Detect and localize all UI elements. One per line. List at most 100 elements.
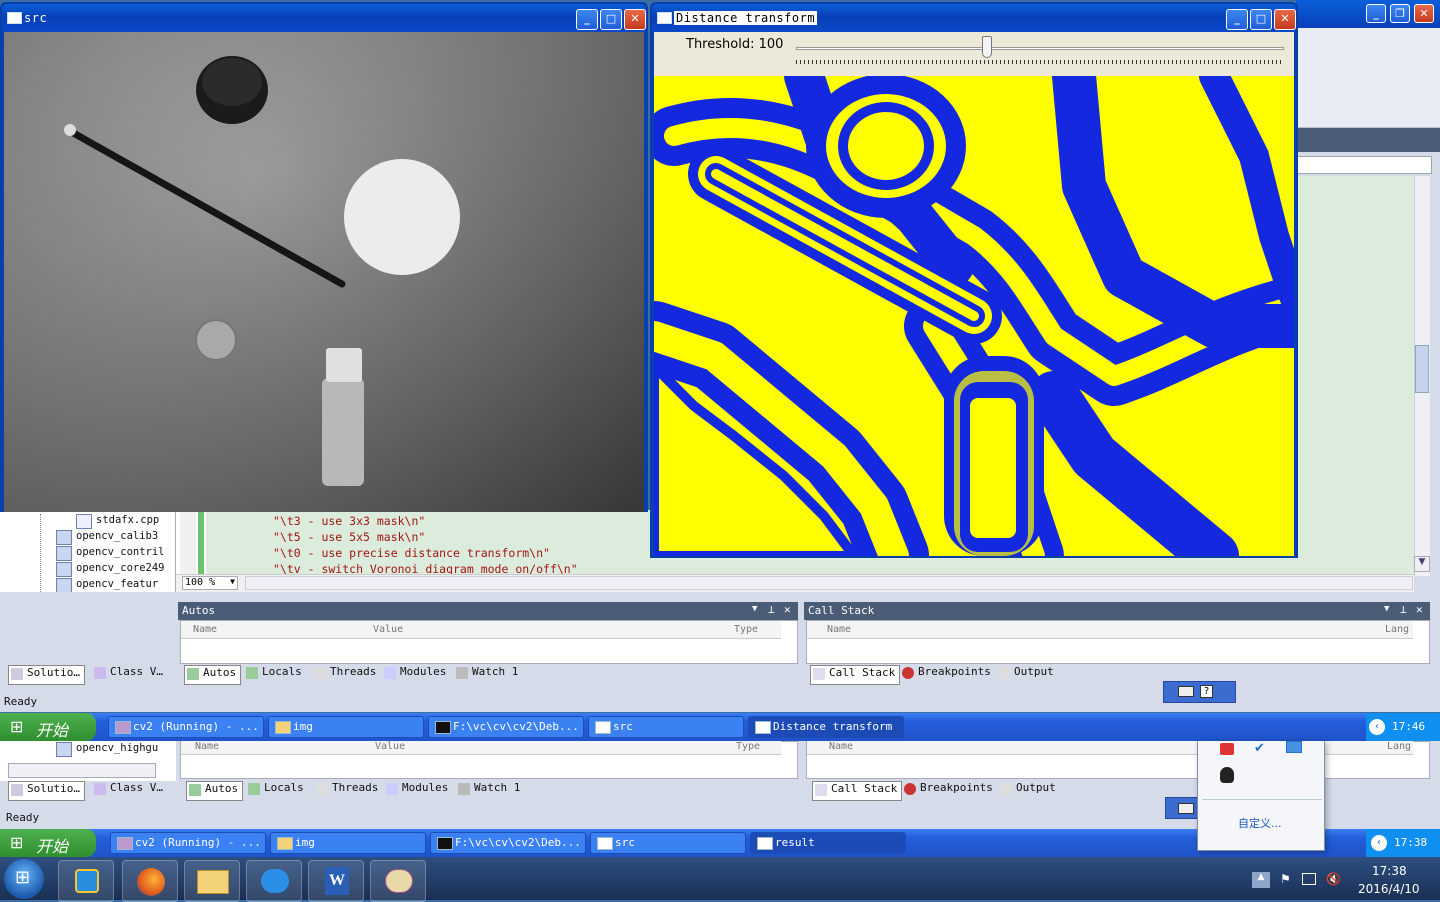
editor-change-bar <box>198 510 204 574</box>
taskbar-pin-firefox[interactable] <box>122 860 178 902</box>
class-view-icon <box>94 783 106 795</box>
solution-hscrollbar-lower[interactable] <box>8 763 156 778</box>
minimize-button[interactable]: _ <box>576 9 598 30</box>
ime-toolbar[interactable]: ? <box>1163 681 1236 703</box>
checkmark-icon[interactable]: ✔ <box>1254 741 1265 756</box>
taskbar-item[interactable]: src <box>590 832 746 854</box>
start-button[interactable]: ⊞ 开始 <box>0 713 96 741</box>
taskbar-item[interactable]: src <box>588 716 744 738</box>
vs-editor-scroll-thumb[interactable] <box>1415 345 1429 393</box>
tab-autos[interactable]: Autos <box>186 781 244 801</box>
column-name[interactable]: Name <box>193 624 217 635</box>
taskbar-item-active[interactable]: result <box>750 832 906 854</box>
close-icon[interactable]: ✕ <box>1416 603 1423 616</box>
tab-locals[interactable]: Locals <box>246 781 304 799</box>
tab-class-view[interactable]: Class V… <box>92 665 163 683</box>
close-button[interactable]: ✕ <box>1274 9 1296 30</box>
minimize-button[interactable]: _ <box>1226 9 1248 30</box>
column-lang[interactable]: Lang <box>1387 741 1411 752</box>
tab-threads[interactable]: Threads <box>312 665 376 683</box>
tab-call-stack[interactable]: Call Stack <box>812 781 903 801</box>
tab-watch[interactable]: Watch 1 <box>454 665 518 683</box>
windows-logo-icon: ⊞ <box>15 867 31 888</box>
help-icon[interactable]: ? <box>1200 685 1213 698</box>
tab-watch[interactable]: Watch 1 <box>456 781 520 799</box>
volume-muted-icon[interactable]: 🔇 <box>1326 872 1341 886</box>
keyboard-icon[interactable] <box>1178 686 1194 697</box>
vs-minimize-button[interactable]: _ <box>1366 4 1386 23</box>
ime-toolbar-lower[interactable] <box>1165 797 1201 819</box>
tab-output[interactable]: Output <box>998 781 1056 799</box>
taskbar-item-active[interactable]: Distance transform <box>748 716 904 738</box>
column-name[interactable]: Name <box>195 741 219 752</box>
maximize-button[interactable]: □ <box>600 9 622 30</box>
tab-breakpoints[interactable]: Breakpoints <box>902 781 993 799</box>
tab-locals[interactable]: Locals <box>244 665 302 683</box>
column-lang[interactable]: Lang <box>1385 624 1409 635</box>
threshold-track[interactable] <box>796 47 1284 50</box>
zoom-combo[interactable]: 100 % ▼ <box>182 576 238 590</box>
tab-call-stack[interactable]: Call Stack <box>810 665 901 685</box>
dt-title-bar[interactable]: Distance transform _ □ ✕ <box>652 4 1296 32</box>
volume-icon[interactable] <box>1220 743 1234 755</box>
win7-clock-time[interactable]: 17:38 <box>1372 864 1407 878</box>
taskbar-pin-word[interactable]: W <box>308 860 364 902</box>
taskbar-item[interactable]: cv2 (Running) - ... <box>108 716 264 738</box>
column-value[interactable]: Value <box>373 624 403 635</box>
tab-solution[interactable]: Solutio… <box>8 665 85 685</box>
win7-start-orb[interactable]: ⊞ <box>4 859 44 899</box>
editor-hscrollbar[interactable] <box>245 576 1413 590</box>
modules-icon <box>386 783 398 795</box>
flag-icon[interactable]: ⚑ <box>1280 872 1291 886</box>
src-image <box>4 32 644 512</box>
tab-class-view[interactable]: Class V… <box>92 781 163 799</box>
tab-autos[interactable]: Autos <box>184 665 242 685</box>
pin-icon[interactable]: ⊥ <box>768 603 775 616</box>
vs-dropdown-right[interactable] <box>1296 156 1432 174</box>
column-name[interactable]: Name <box>829 741 853 752</box>
taskbar-pin-virtualbox[interactable] <box>58 860 114 902</box>
tray-expand-icon[interactable]: ‹ <box>1371 835 1387 851</box>
tab-breakpoints[interactable]: Breakpoints <box>900 665 991 683</box>
qq-penguin-icon[interactable] <box>1220 767 1234 783</box>
network-icon[interactable] <box>1302 873 1316 885</box>
taskbar-item[interactable]: img <box>268 716 424 738</box>
src-title-bar[interactable]: src _ □ ✕ <box>2 4 646 32</box>
taskbar-item[interactable]: F:\vc\cv\cv2\Deb... <box>428 716 584 738</box>
tray-expand-icon[interactable]: ‹ <box>1369 719 1385 735</box>
pin-icon[interactable]: ⊥ <box>1400 603 1407 616</box>
panel-dropdown-icon[interactable]: ▼ <box>752 604 757 614</box>
threshold-slider-thumb[interactable] <box>982 36 993 58</box>
tab-modules[interactable]: Modules <box>384 781 448 799</box>
column-value[interactable]: Value <box>375 741 405 752</box>
debug-tabs-upper: Autos Locals Threads Modules Watch 1 <box>182 665 702 685</box>
vs-restore-button[interactable]: ❐ <box>1390 4 1410 23</box>
tab-output[interactable]: Output <box>996 665 1054 683</box>
pencil-tip <box>64 124 76 136</box>
column-type[interactable]: Type <box>734 624 758 635</box>
show-hidden-icons[interactable]: ▲ <box>1252 872 1270 888</box>
white-ball <box>344 159 460 275</box>
editor-scroll-down[interactable]: ▼ <box>1414 556 1430 572</box>
tab-solution[interactable]: Solutio… <box>8 781 85 801</box>
maximize-button[interactable]: □ <box>1250 9 1272 30</box>
panel-dropdown-icon[interactable]: ▼ <box>1384 604 1389 614</box>
taskbar-pin-explorer[interactable] <box>184 860 240 902</box>
win7-clock-date[interactable]: 2016/4/10 <box>1358 882 1420 896</box>
close-icon[interactable]: ✕ <box>784 603 791 616</box>
vs-close-button[interactable]: ✕ <box>1414 4 1434 23</box>
taskbar-pin-baidu[interactable] <box>246 860 302 902</box>
start-button[interactable]: ⊞ 开始 <box>0 829 96 857</box>
close-button[interactable]: ✕ <box>624 9 646 30</box>
keyboard-icon[interactable] <box>1178 803 1194 814</box>
network-icon[interactable] <box>1286 741 1302 753</box>
taskbar-item[interactable]: img <box>270 832 426 854</box>
taskbar-item[interactable]: cv2 (Running) - ... <box>110 832 266 854</box>
column-name[interactable]: Name <box>827 624 851 635</box>
tab-modules[interactable]: Modules <box>382 665 446 683</box>
tab-threads[interactable]: Threads <box>314 781 378 799</box>
customize-link[interactable]: 自定义... <box>1238 815 1282 831</box>
taskbar-pin-paint[interactable] <box>370 860 426 902</box>
column-type[interactable]: Type <box>736 741 760 752</box>
taskbar-item[interactable]: F:\vc\cv\cv2\Deb... <box>430 832 586 854</box>
